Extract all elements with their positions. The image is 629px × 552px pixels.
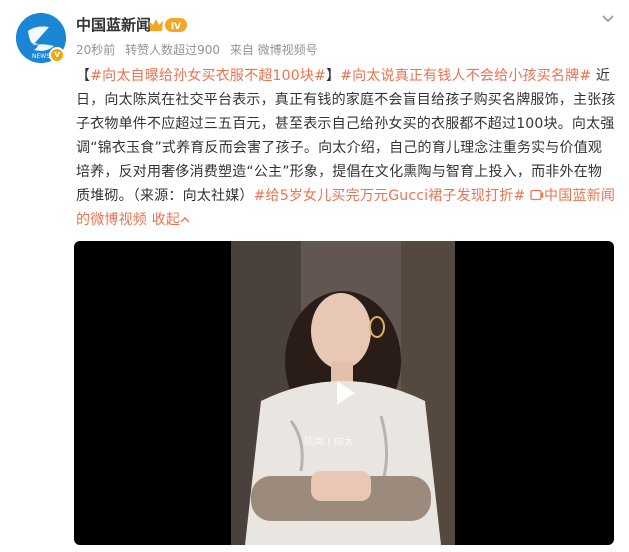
collapse-button[interactable]: 收起: [152, 212, 190, 228]
chevron-down-icon[interactable]: [600, 10, 616, 26]
repost-count: 转赞人数超过900: [125, 43, 221, 57]
hashtag-link[interactable]: #给5岁女儿买完万元Gucci裙子发现打折#: [254, 188, 526, 204]
text-segment: 近日，向太陈岚在社交平台表示，真正有钱的家庭不会盲目给孩子购买名牌服饰，主张孩子…: [76, 68, 616, 204]
svg-text:NEWS: NEWS: [32, 53, 50, 60]
video-link-icon: [530, 189, 544, 201]
author-name[interactable]: 中国蓝新闻: [76, 14, 151, 35]
video-player[interactable]: 陈岚 | 向太: [74, 241, 614, 545]
verified-badge: v: [49, 47, 65, 63]
hashtag-link[interactable]: #向太说真正有钱人不会给小孩买名牌#: [340, 68, 591, 84]
post-time[interactable]: 20秒前: [76, 43, 115, 57]
collapse-label: 收起: [151, 212, 181, 228]
text-segment: 【: [76, 68, 91, 84]
post-text: 【#向太自曝给孙女买衣服不超100块#】#向太说真正有钱人不会给小孩买名牌# 近…: [76, 64, 616, 232]
text-segment: 】: [326, 68, 341, 84]
hashtag-link[interactable]: #向太自曝给孙女买衣服不超100块#: [90, 68, 326, 84]
level-badge-text: IV: [171, 22, 181, 32]
weibo-post: NEWS v 中国蓝新闻 IV 20秒前 转赞人数超过900 来自 微博视频号 …: [0, 0, 629, 552]
post-source[interactable]: 来自 微博视频号: [230, 43, 318, 57]
video-watermark: 陈岚 | 向太: [304, 437, 354, 448]
post-meta: 20秒前 转赞人数超过900 来自 微博视频号: [76, 41, 324, 58]
chevron-up-icon: [180, 217, 190, 223]
play-icon[interactable]: [319, 373, 369, 413]
vip-crown-icon: IV: [149, 18, 187, 32]
